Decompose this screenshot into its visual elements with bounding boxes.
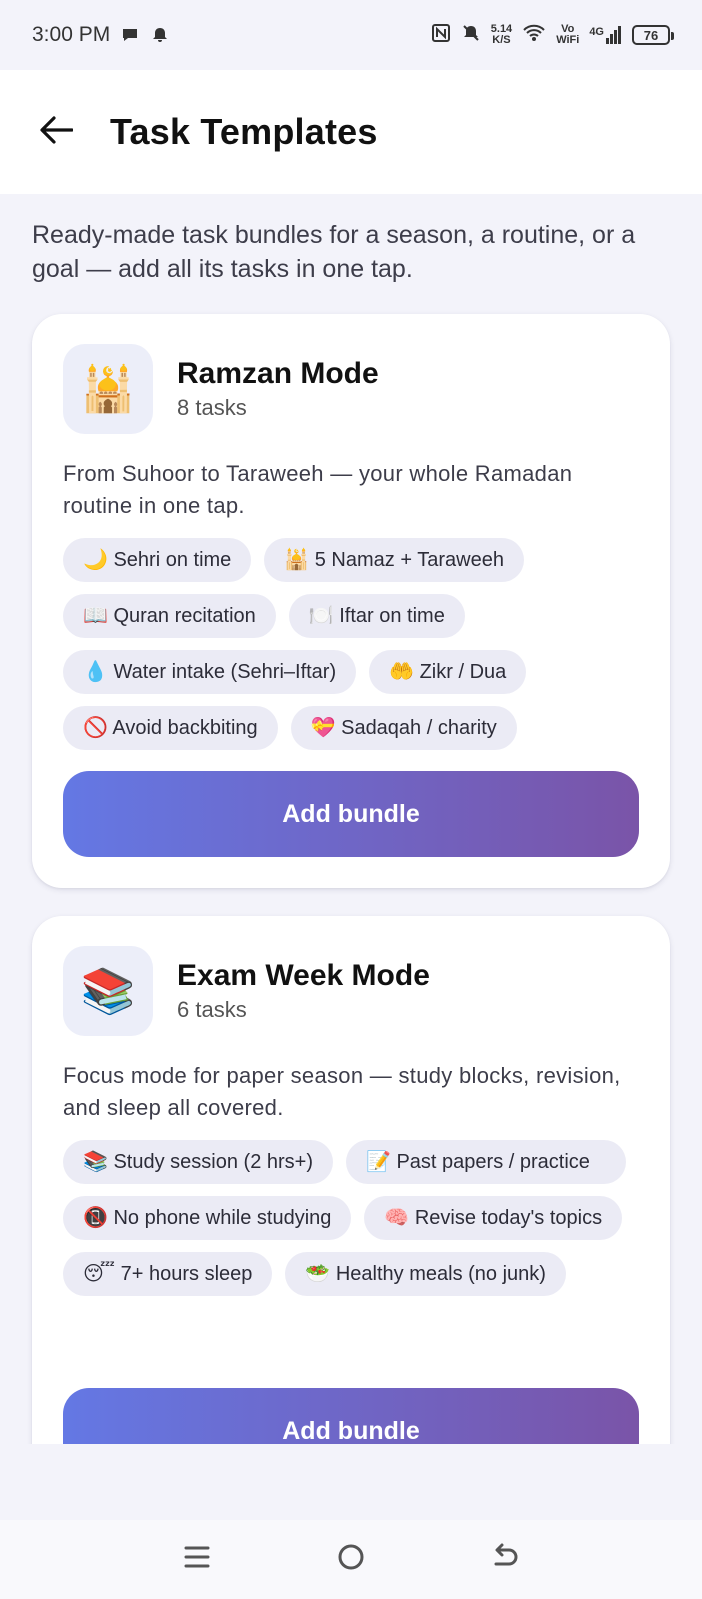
task-chip: 🕌 5 Namaz + Taraweeh <box>264 538 524 582</box>
return-icon <box>490 1542 520 1577</box>
app-header: Task Templates <box>0 70 702 194</box>
bundle-task-count: 8 tasks <box>177 395 247 420</box>
task-chip: 💧 Water intake (Sehri–Iftar) <box>63 650 357 694</box>
volte-bottom: WiFi <box>556 34 580 46</box>
battery-level: 76 <box>643 27 659 43</box>
task-chip: 😴 7+ hours sleep <box>63 1252 273 1296</box>
task-chip-list: 🌙 Sehri on time 🕌 5 Namaz + Taraweeh 📖 Q… <box>63 538 639 750</box>
notification-bell-icon <box>150 25 170 45</box>
card-titles: Ramzan Mode 8 tasks <box>177 356 379 422</box>
add-bundle-button[interactable]: Add bundle <box>63 771 639 857</box>
mute-bell-icon <box>461 23 481 48</box>
chat-bubble-icon <box>120 25 140 45</box>
task-chip: 🧠 Revise today's topics <box>364 1196 623 1240</box>
battery-icon: 76 <box>632 25 674 45</box>
net-speed-unit: K/S <box>492 34 511 46</box>
task-chip: 🍽️ Iftar on time <box>288 594 465 638</box>
home-button[interactable] <box>331 1540 371 1580</box>
add-bundle-button[interactable]: Add bundle <box>63 1388 639 1444</box>
card-header: 📚 Exam Week Mode 6 tasks <box>63 946 639 1036</box>
task-chip: 💝 Sadaqah / charity <box>290 706 517 750</box>
nfc-icon <box>431 23 451 48</box>
books-icon: 📚 <box>63 946 153 1036</box>
intro-text: Ready-made task bundles for a season, a … <box>32 221 636 283</box>
system-nav-bar <box>0 1520 702 1599</box>
signal-icon: 4G <box>589 26 622 44</box>
menu-button[interactable] <box>177 1540 217 1580</box>
task-chip: 🌙 Sehri on time <box>63 538 252 582</box>
bundle-card-exam-week: 📚 Exam Week Mode 6 tasks Focus mode for … <box>32 916 670 1444</box>
back-button[interactable] <box>36 112 76 152</box>
task-chip: 🥗 Healthy meals (no junk) <box>285 1252 566 1296</box>
volte-wifi: Vo WiFi <box>556 24 579 46</box>
task-chip: 📖 Quran recitation <box>63 594 276 638</box>
menu-icon <box>183 1543 211 1576</box>
bundle-card-ramzan: 🕌 Ramzan Mode 8 tasks From Suhoor to Tar… <box>32 314 670 888</box>
card-titles: Exam Week Mode 6 tasks <box>177 958 430 1024</box>
signal-label: 4G <box>589 26 604 38</box>
bundle-title: Exam Week Mode <box>177 959 430 992</box>
task-chip: 🚫 Avoid backbiting <box>63 706 278 750</box>
task-chip: 📝 Past papers / practice <box>346 1140 626 1184</box>
bundle-description: From Suhoor to Taraweeh — your whole Ram… <box>63 461 573 518</box>
card-header: 🕌 Ramzan Mode 8 tasks <box>63 344 639 434</box>
status-left: 3:00 PM <box>32 23 170 47</box>
page-title: Task Templates <box>110 111 378 152</box>
task-chip-list: 📚 Study session (2 hrs+) 📝 Past papers /… <box>63 1140 639 1296</box>
back-nav-button[interactable] <box>485 1540 525 1580</box>
bundle-task-count: 6 tasks <box>177 997 247 1022</box>
arrow-left-icon <box>39 115 74 150</box>
task-chip: 📚 Study session (2 hrs+) <box>63 1140 333 1184</box>
mosque-icon: 🕌 <box>63 344 153 434</box>
bundle-description: Focus mode for paper season — study bloc… <box>63 1063 621 1120</box>
task-chip: 📵 No phone while studying <box>63 1196 352 1240</box>
wifi-icon <box>522 23 546 48</box>
main-content[interactable]: Ready-made task bundles for a season, a … <box>0 194 702 1444</box>
net-speed: 5.14 K/S <box>491 24 512 46</box>
home-circle-icon <box>336 1542 366 1577</box>
bundle-title: Ramzan Mode <box>177 357 379 390</box>
task-chip: 🤲 Zikr / Dua <box>369 650 527 694</box>
status-time: 3:00 PM <box>32 23 111 46</box>
status-right: 5.14 K/S Vo WiFi 4G 76 <box>431 23 674 48</box>
status-bar: 3:00 PM 5.14 K/S Vo WiFi 4G 76 <box>0 0 702 70</box>
